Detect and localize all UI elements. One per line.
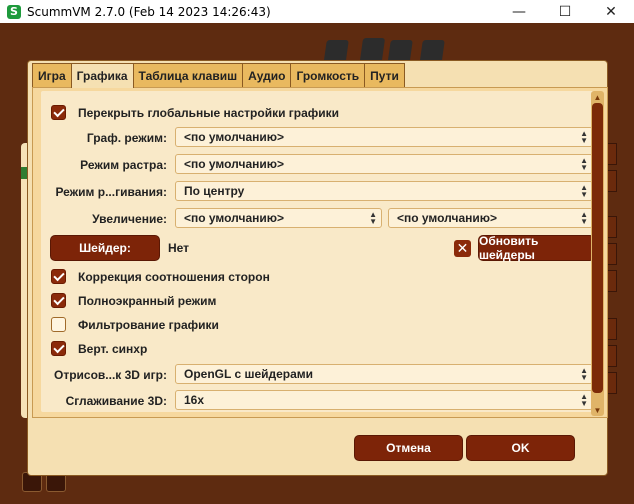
- antialiasing-label: Сглаживание 3D:: [65, 394, 167, 408]
- antialiasing-select[interactable]: 16x ▲ ▼: [175, 390, 593, 410]
- spinner-arrows-icon: ▲ ▼: [580, 183, 588, 199]
- tab-audio[interactable]: Аудио: [242, 63, 292, 87]
- window-title: ScummVM 2.7.0 (Feb 14 2023 14:26:43): [27, 4, 271, 19]
- spinner-arrows-icon: ▲ ▼: [580, 156, 588, 172]
- tab-graphics[interactable]: Графика: [70, 63, 134, 88]
- tab-paths[interactable]: Пути: [364, 63, 405, 87]
- tab-game[interactable]: Игра: [32, 63, 72, 87]
- renderer-value: OpenGL с шейдерами: [184, 367, 314, 381]
- scroll-down-icon[interactable]: ▼: [591, 404, 604, 416]
- gfx-mode-value: <по умолчанию>: [184, 130, 285, 144]
- graphics-panel: Перекрыть глобальные настройки графики Г…: [32, 87, 608, 418]
- gfx-mode-select[interactable]: <по умолчанию> ▲ ▼: [175, 127, 593, 147]
- scummvm-app-icon: S: [7, 4, 21, 19]
- renderer-label: Отрисов...к 3D игр:: [53, 368, 167, 382]
- tab-keymaps[interactable]: Таблица клавиш: [132, 63, 244, 87]
- clear-shader-icon[interactable]: ✕: [454, 240, 471, 257]
- render-mode-label: Режим растра:: [80, 158, 167, 172]
- scale-factor-select[interactable]: <по умолчанию> ▲ ▼: [388, 208, 593, 228]
- aspect-ratio-label: Коррекция соотношения сторон: [78, 270, 270, 284]
- minimize-button[interactable]: —: [496, 0, 542, 23]
- stretch-mode-select[interactable]: По центру ▲ ▼: [175, 181, 593, 201]
- filtering-label: Фильтрование графики: [78, 318, 219, 332]
- scummvm-window: S ScummVM 2.7.0 (Feb 14 2023 14:26:43) —…: [0, 0, 634, 504]
- render-mode-select[interactable]: <по умолчанию> ▲ ▼: [175, 154, 593, 174]
- cancel-button[interactable]: Отмена: [354, 435, 463, 461]
- override-graphics-label: Перекрыть глобальные настройки графики: [78, 106, 340, 120]
- vsync-label: Верт. синхр: [78, 342, 148, 356]
- spinner-arrows-icon: ▲ ▼: [580, 392, 588, 408]
- maximize-button[interactable]: ☐: [542, 0, 588, 23]
- scaler-select[interactable]: <по умолчанию> ▲ ▼: [175, 208, 382, 228]
- renderer-select[interactable]: OpenGL с шейдерами ▲ ▼: [175, 364, 593, 384]
- shader-value: Нет: [168, 241, 190, 255]
- gfx-mode-label: Граф. режим:: [86, 131, 167, 145]
- spinner-arrows-icon: ▲ ▼: [580, 366, 588, 382]
- title-bar: S ScummVM 2.7.0 (Feb 14 2023 14:26:43) —…: [0, 0, 634, 23]
- tab-bar: Игра Графика Таблица клавиш Аудио Громко…: [32, 63, 405, 88]
- tab-volume[interactable]: Громкость: [290, 63, 366, 87]
- render-mode-value: <по умолчанию>: [184, 157, 285, 171]
- scaler-value: <по умолчанию>: [184, 211, 285, 225]
- game-options-dialog: Игра Графика Таблица клавиш Аудио Громко…: [27, 60, 608, 476]
- graphics-scroll-area: Перекрыть глобальные настройки графики Г…: [41, 91, 595, 412]
- spinner-arrows-icon: ▲ ▼: [580, 210, 588, 226]
- ok-button[interactable]: OK: [466, 435, 575, 461]
- update-shaders-button[interactable]: Обновить шейдеры: [478, 234, 595, 262]
- filtering-checkbox[interactable]: [51, 317, 66, 332]
- vsync-checkbox[interactable]: [51, 341, 66, 356]
- vertical-scrollbar[interactable]: ▲ ▼: [591, 91, 604, 416]
- spinner-arrows-icon: ▲ ▼: [580, 129, 588, 145]
- fullscreen-label: Полноэкранный режим: [78, 294, 217, 308]
- spinner-arrows-icon: ▲ ▼: [369, 210, 377, 226]
- stretch-mode-value: По центру: [184, 184, 245, 198]
- fullscreen-checkbox[interactable]: [51, 293, 66, 308]
- shader-button[interactable]: Шейдер:: [50, 235, 160, 261]
- close-window-button[interactable]: ✕: [588, 0, 634, 23]
- scale-label: Увеличение:: [92, 212, 167, 226]
- scrollbar-thumb[interactable]: [592, 103, 603, 393]
- stretch-mode-label: Режим р...гивания:: [55, 185, 167, 199]
- antialiasing-value: 16x: [184, 393, 205, 407]
- override-graphics-checkbox[interactable]: [51, 105, 66, 120]
- scale-factor-value: <по умолчанию>: [397, 211, 498, 225]
- scroll-up-icon[interactable]: ▲: [591, 91, 604, 103]
- aspect-ratio-checkbox[interactable]: [51, 269, 66, 284]
